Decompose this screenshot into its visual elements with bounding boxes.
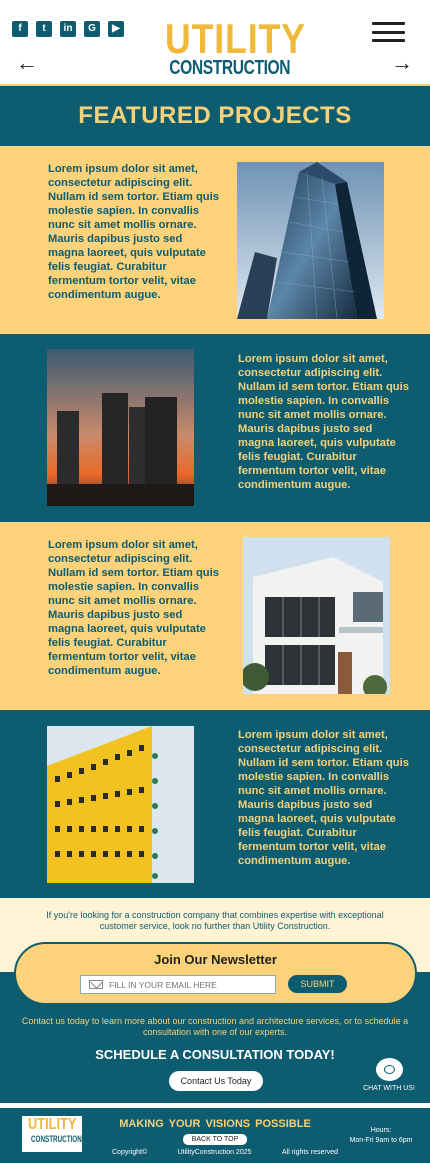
footer-logo-line-1: UTILITY bbox=[28, 1116, 77, 1133]
social-links: f t in G ▶ bbox=[12, 21, 124, 37]
logo-line-2: CONSTRUCTION bbox=[169, 57, 291, 79]
hamburger-menu-icon[interactable] bbox=[372, 22, 405, 42]
newsletter-box: Join Our Newsletter SUBMIT bbox=[14, 942, 417, 1005]
intro-text: If you're looking for a construction com… bbox=[46, 910, 384, 931]
twitter-icon[interactable]: t bbox=[36, 21, 52, 37]
copyright-name: UtilityConstruction 2025 bbox=[177, 1149, 252, 1156]
contact-us-button[interactable]: Contact Us Today bbox=[169, 1071, 263, 1091]
hours-value: Mon-Fri 9am to 6pm bbox=[349, 1137, 413, 1144]
copyright-label: Copyright© bbox=[112, 1149, 148, 1156]
email-field[interactable] bbox=[80, 975, 276, 994]
email-input[interactable] bbox=[109, 979, 269, 990]
back-arrow-icon[interactable]: ← bbox=[16, 52, 38, 74]
hours-info: Hours: Mon-Fri 9am to 6pm bbox=[336, 1126, 426, 1146]
footer-logo[interactable]: UTILITY CONSTRUCTION bbox=[22, 1116, 82, 1152]
mail-icon bbox=[89, 980, 103, 989]
newsletter-title: Join Our Newsletter bbox=[154, 952, 277, 967]
footer-tagline: MAKING YOUR VISIONS POSSIBLE bbox=[119, 1118, 311, 1130]
project-row-2: Lorem ipsum dolor sit amet, consectetur … bbox=[0, 334, 430, 522]
project-row-4: Lorem ipsum dolor sit amet, consectetur … bbox=[0, 710, 430, 898]
hours-label: Hours: bbox=[370, 1127, 392, 1134]
copyright-line: Copyright© UtilityConstruction 2025 All … bbox=[100, 1149, 350, 1156]
forward-arrow-icon[interactable]: → bbox=[391, 52, 413, 74]
page: f t in G ▶ UTILITY CONSTRUCTION ← → FEAT… bbox=[0, 0, 430, 1163]
project-description: Lorem ipsum dolor sit amet, consectetur … bbox=[238, 729, 409, 867]
project-description: Lorem ipsum dolor sit amet, consectetur … bbox=[48, 163, 219, 301]
site-logo[interactable]: UTILITY CONSTRUCTION bbox=[156, 15, 306, 79]
facebook-icon[interactable]: f bbox=[12, 21, 28, 37]
logo-line-1: UTILITY bbox=[165, 15, 306, 62]
chat-label: CHAT WITH US! bbox=[363, 1085, 415, 1092]
project-image-skyscraper bbox=[237, 162, 384, 319]
submit-button[interactable]: SUBMIT bbox=[288, 975, 347, 993]
contact-text: Contact us today to learn more about our… bbox=[21, 1016, 409, 1037]
rights-text: All rights reserved bbox=[281, 1149, 338, 1156]
chat-bubble-icon[interactable] bbox=[375, 1058, 403, 1081]
chat-widget[interactable]: CHAT WITH US! bbox=[359, 1058, 419, 1092]
project-row-3: Lorem ipsum dolor sit amet, consectetur … bbox=[0, 522, 430, 710]
site-footer: UTILITY CONSTRUCTION MAKING YOUR VISIONS… bbox=[0, 1106, 430, 1163]
linkedin-icon[interactable]: in bbox=[60, 21, 76, 37]
project-image-yellow-building bbox=[47, 726, 194, 883]
footer-logo-line-2: CONSTRUCTION bbox=[31, 1134, 82, 1144]
youtube-icon[interactable]: ▶ bbox=[108, 21, 124, 37]
project-description: Lorem ipsum dolor sit amet, consectetur … bbox=[48, 539, 219, 677]
site-header: f t in G ▶ UTILITY CONSTRUCTION ← → bbox=[0, 0, 430, 86]
google-icon[interactable]: G bbox=[84, 21, 100, 37]
project-row-1: Lorem ipsum dolor sit amet, consectetur … bbox=[0, 146, 430, 334]
page-title: FEATURED PROJECTS bbox=[78, 102, 352, 129]
back-to-top-button[interactable]: BACK TO TOP bbox=[183, 1134, 247, 1145]
project-image-sunset-towers bbox=[47, 349, 194, 506]
project-description: Lorem ipsum dolor sit amet, consectetur … bbox=[238, 353, 409, 491]
title-band: FEATURED PROJECTS bbox=[0, 86, 430, 146]
project-image-modern-house bbox=[243, 537, 390, 694]
